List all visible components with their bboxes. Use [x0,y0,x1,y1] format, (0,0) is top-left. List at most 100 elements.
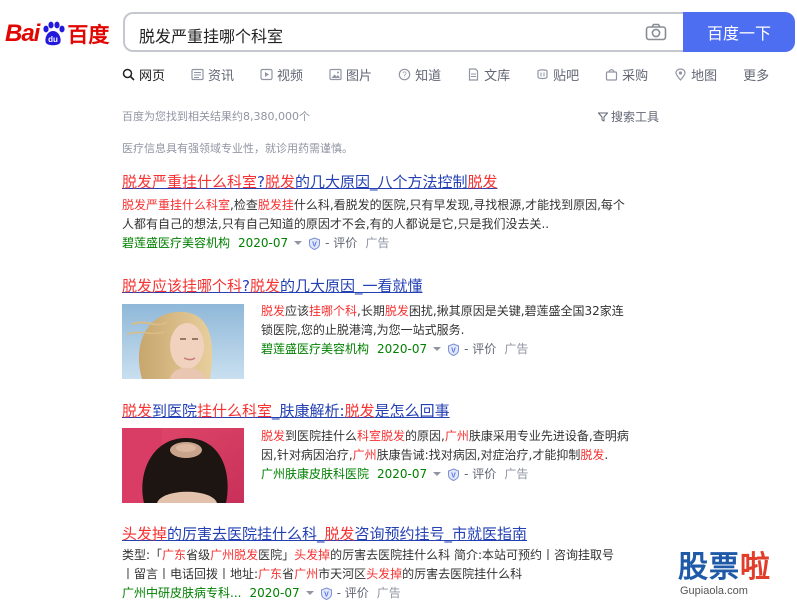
snippet-line: 类型:「广东省级广州脱发医院」头发掉的厉害去医院挂什么科 简介:本站可预约丨咨询… [122,546,667,565]
text-segment: 锁医院,您的止脱港湾,为您一站式服务. [261,323,465,337]
source-name[interactable]: 广州中研皮肤病专科... [122,584,241,602]
text-segment: 是怎么回事 [374,402,450,420]
document-icon [468,67,479,81]
highlight-text: 脱发 [122,402,153,420]
text-segment: . [604,448,609,462]
search-query[interactable]: 脱发严重挂哪个科室 [139,23,283,47]
evaluate-link[interactable]: - 评价 [337,584,369,602]
text-segment: 省 [282,567,295,581]
highlight-text: 广州 [294,567,319,581]
ad-label: 广告 [504,342,529,356]
text-segment: _肤康解析: [272,402,345,420]
text-segment: 医院」 [258,548,295,562]
result-thumbnail-woman-hair[interactable] [122,304,244,379]
evaluate-link[interactable]: - 评价 [325,234,357,252]
svg-text:V: V [451,347,456,354]
watermark-text-main: 股票 [678,550,740,585]
tab-zhidao[interactable]: ? 知道 [398,64,441,84]
snippet-line: 脱发到医院挂什么科室脱发的原因,广州肤康采用专业先进设备,查明病 [261,427,667,446]
tab-web[interactable]: 网页 [122,64,165,84]
result-snippet: 脱发到医院挂什么科室脱发的原因,广州肤康采用专业先进设备,查明病 因,针对病因治疗… [261,427,667,465]
text-segment: 咨询预约挂号_市就医指南 [354,525,528,543]
verified-badge-icon[interactable]: V [447,342,460,356]
tab-image[interactable]: 图片 [329,64,372,84]
snippet-line: 脱发应该挂哪个科,长期脱发困扰,揪其原因是关键,碧莲盛全国32家连 [261,302,667,321]
filter-icon [598,112,608,122]
highlight-text: 科室脱发 [357,429,406,443]
tab-video[interactable]: 视频 [260,64,303,84]
tab-wenku[interactable]: 文库 [467,64,510,84]
highlight-text: 广州 [352,448,377,462]
source-name[interactable]: 广州肤康皮肤科医院 [261,465,369,483]
result-source: 广州中研皮肤病专科... 2020-07 V - 评价 广告 [122,584,667,602]
tab-label: 视频 [277,68,304,84]
text-segment: 到医院 [152,402,198,420]
chevron-down-icon[interactable] [305,591,314,595]
verified-badge-icon[interactable]: V [308,236,321,250]
result-source: 碧莲盛医疗美容机构 2020-07 V - 评价 广告 [261,340,667,358]
news-icon [191,68,204,80]
search-tools-button[interactable]: 搜索工具 [598,108,659,125]
result-snippet: 脱发严重挂什么科室,检查脱发挂什么科,看脱发的医院,只有早发现,寻找根源,才能找… [122,196,667,234]
text-segment: 肤康告诫:找对病因,对症治疗,才能抑制 [376,448,581,462]
result-title-link[interactable]: 脱发到医院挂什么科室_肤康解析:脱发是怎么回事 [122,401,667,421]
tab-label: 网页 [139,68,166,84]
search-input[interactable]: 脱发严重挂哪个科室 [123,12,683,52]
tab-news[interactable]: 资讯 [191,64,234,84]
source-date: 2020-07 [377,342,428,356]
image-icon [329,68,342,80]
text-segment: 应该 [285,304,310,318]
evaluate-link[interactable]: - 评价 [464,465,496,483]
chevron-down-icon[interactable] [433,472,442,476]
tab-label: 更多 [743,68,770,84]
source-name[interactable]: 碧莲盛医疗美容机构 [261,340,369,358]
search-button[interactable]: 百度一下 [683,12,795,52]
tab-purchase[interactable]: 采购 [605,64,648,84]
highlight-text: 挂什么科室 [197,402,273,420]
snippet-line: 因,针对病因治疗,广州肤康告诫:找对病因,对症治疗,才能抑制脱发. [261,446,667,465]
result-item: 脱发到医院挂什么科室_肤康解析:脱发是怎么回事 脱发到医院挂什么科室脱发的原因,… [122,401,667,503]
text-segment: 省级 [186,548,211,562]
ad-label: 广告 [504,467,529,481]
highlight-text: 头发掉 [122,525,168,543]
highlight-text: 脱发 [467,173,498,191]
result-item: 头发掉的厉害去医院挂什么科_脱发咨询预约挂号_市就医指南 类型:「广东省级广州脱… [122,524,667,602]
tab-more[interactable]: 更多 [743,64,769,84]
result-title-link[interactable]: 脱发严重挂什么科室?脱发的几大原因_八个方法控制脱发 [122,172,667,192]
search-tools-label: 搜索工具 [611,110,660,124]
svg-text:V: V [451,472,456,479]
chevron-down-icon[interactable] [294,241,303,245]
tab-tieba[interactable]: 贴吧 [536,64,579,84]
result-title-link[interactable]: 头发掉的厉害去医院挂什么科_脱发咨询预约挂号_市就医指南 [122,524,667,544]
ad-label: 广告 [365,236,390,250]
watermark-logo: 股票啦 Gupiaola.com [678,551,794,609]
highlight-text: 广东 [162,548,187,562]
highlight-text: 脱发 [580,448,605,462]
text-segment: 类型:「 [122,548,163,562]
logo-text-bai: Bai [5,20,40,47]
text-segment: 困扰,揪其原因是关键,碧莲盛全国32家连 [408,304,624,318]
verified-badge-icon[interactable]: V [447,467,460,481]
result-title-link[interactable]: 脱发应该挂哪个科?脱发的几大原因_一看就懂 [122,276,667,296]
result-thumbnail-head[interactable] [122,428,244,503]
tab-map[interactable]: 地图 [674,64,717,84]
evaluate-link[interactable]: - 评价 [464,340,496,358]
verified-badge-icon[interactable]: V [320,586,333,600]
highlight-text: 头发掉 [294,548,331,562]
text-segment: 到医院挂什么 [285,429,358,443]
tab-label: 采购 [622,68,649,84]
highlight-text: 脱发 [264,173,295,191]
source-name[interactable]: 碧莲盛医疗美容机构 [122,234,230,252]
text-segment: 人都有自己的想法,只有自己知道的原因才不会,有的人都说是它,只是我们没去关.. [122,217,550,231]
camera-icon[interactable] [645,23,667,41]
tab-label: 知道 [415,68,442,84]
highlight-text: 脱发严重挂什么科室 [122,198,231,212]
text-segment: 的厉害去医院挂什么科 简介:本站可预约丨咨询挂取号 [330,548,614,562]
baidu-logo[interactable]: Bai du 百度 [5,17,109,51]
medical-notice: 医疗信息具有强领域专业性，就诊用药需谨慎。 [122,142,353,155]
chevron-down-icon[interactable] [433,347,442,351]
svg-text:V: V [324,591,329,598]
question-icon: ? [398,68,411,80]
tab-label: 资讯 [208,68,235,84]
snippet-line: 锁医院,您的止脱港湾,为您一站式服务. [261,321,667,340]
